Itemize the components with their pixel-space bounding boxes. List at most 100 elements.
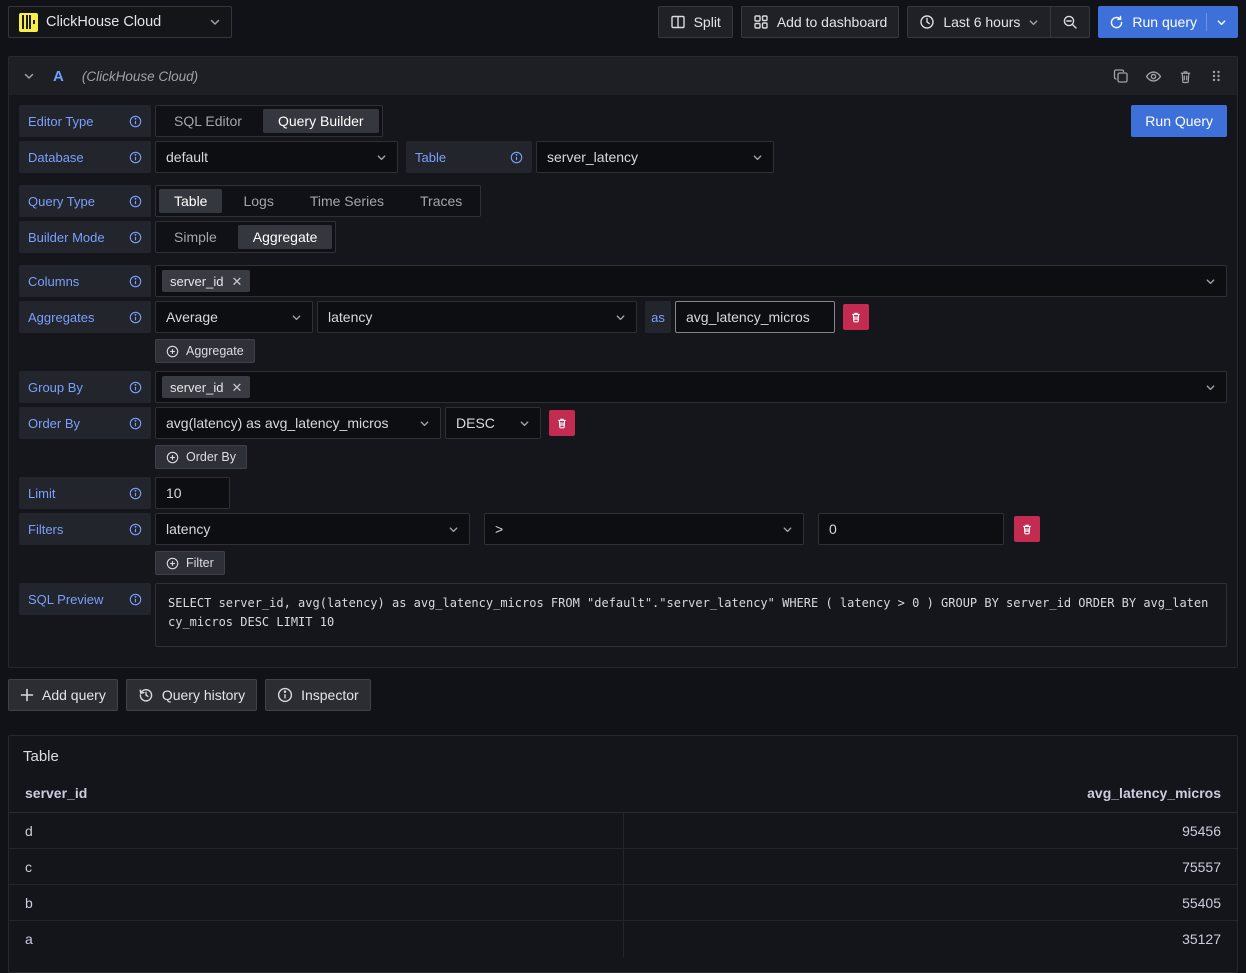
- filter-operator-select[interactable]: >: [484, 513, 804, 545]
- add-to-dashboard-button[interactable]: Add to dashboard: [741, 6, 900, 38]
- info-icon[interactable]: [129, 115, 142, 128]
- cell-server-id: a: [9, 921, 623, 957]
- inspector-button[interactable]: Inspector: [265, 679, 371, 711]
- query-type-traces[interactable]: Traces: [405, 189, 477, 213]
- aggregate-function-select[interactable]: Average: [155, 301, 313, 333]
- add-query-button[interactable]: Add query: [8, 679, 118, 711]
- table-row: c 75557: [9, 849, 1237, 885]
- remove-aggregate-button[interactable]: [843, 304, 869, 330]
- chevron-down-icon: [1216, 17, 1227, 28]
- as-label: as: [645, 301, 671, 333]
- query-type-logs[interactable]: Logs: [228, 189, 288, 213]
- remove-filter-button[interactable]: [1014, 516, 1040, 542]
- cell-avg-latency: 75557: [623, 849, 1237, 884]
- split-button[interactable]: Split: [658, 6, 733, 38]
- info-icon[interactable]: [129, 381, 142, 394]
- datasource-picker[interactable]: ClickHouse Cloud: [8, 6, 232, 38]
- plus-icon: [20, 688, 34, 702]
- info-icon[interactable]: [129, 593, 142, 606]
- cell-server-id: b: [9, 885, 623, 920]
- query-type-time-series[interactable]: Time Series: [295, 189, 399, 213]
- divider: [1206, 13, 1207, 31]
- info-icon[interactable]: [129, 487, 142, 500]
- filter-column-select[interactable]: latency: [155, 513, 470, 545]
- add-order-by-button[interactable]: Order By: [155, 445, 247, 469]
- info-icon[interactable]: [129, 523, 142, 536]
- table-row: b 55405: [9, 885, 1237, 921]
- plus-circle-icon: [166, 557, 179, 570]
- builder-mode-toggle: Simple Aggregate: [155, 221, 336, 253]
- run-query-panel-button[interactable]: Run Query: [1131, 105, 1227, 137]
- table-row: a 35127: [9, 921, 1237, 957]
- group-by-chip-server-id: server_id ✕: [162, 376, 250, 398]
- aggregate-column-select[interactable]: latency: [317, 301, 637, 333]
- filter-value-input[interactable]: [818, 513, 1004, 545]
- duplicate-query-icon[interactable]: [1113, 68, 1129, 84]
- add-filter-button[interactable]: Filter: [155, 551, 225, 575]
- add-order-by-row: Order By: [155, 443, 1227, 473]
- builder-mode-label: Builder Mode: [19, 221, 151, 253]
- order-by-direction-select[interactable]: DESC: [445, 407, 541, 439]
- query-editor-panel: A (ClickHouse Cloud) Editor Type SQL Edi…: [8, 56, 1238, 668]
- spacer: [19, 257, 1227, 261]
- limit-input[interactable]: [155, 477, 230, 509]
- chevron-down-icon: [615, 312, 626, 323]
- inspector-label: Inspector: [301, 687, 359, 703]
- datasource-name: ClickHouse Cloud: [46, 14, 201, 30]
- info-icon[interactable]: [129, 311, 142, 324]
- zoom-out-button[interactable]: [1051, 7, 1089, 37]
- group-by-multiselect[interactable]: server_id ✕: [155, 371, 1227, 403]
- history-icon: [138, 687, 154, 703]
- query-datasource-hint: (ClickHouse Cloud): [82, 69, 198, 84]
- query-type-toggle: Table Logs Time Series Traces: [155, 185, 481, 217]
- info-icon[interactable]: [510, 151, 523, 164]
- info-icon[interactable]: [129, 195, 142, 208]
- sql-preview-label: SQL Preview: [19, 583, 151, 615]
- database-select[interactable]: default: [155, 141, 398, 173]
- info-circle-icon: [277, 687, 293, 703]
- info-icon[interactable]: [129, 231, 142, 244]
- info-icon[interactable]: [129, 417, 142, 430]
- chevron-down-icon: [519, 418, 530, 429]
- split-label: Split: [694, 14, 721, 30]
- clock-icon: [919, 14, 935, 30]
- collapse-chevron-icon[interactable]: [23, 70, 35, 82]
- aggregate-alias-input[interactable]: [675, 301, 835, 333]
- info-icon[interactable]: [129, 275, 142, 288]
- chevron-down-icon: [782, 524, 793, 535]
- time-range-picker[interactable]: Last 6 hours: [908, 7, 1050, 37]
- order-by-field-select[interactable]: avg(latency) as avg_latency_micros: [155, 407, 441, 439]
- add-filter-row: Filter: [155, 549, 1227, 579]
- chevron-down-icon: [1205, 276, 1216, 287]
- cell-avg-latency: 55405: [623, 885, 1237, 920]
- column-header-server-id[interactable]: server_id: [9, 773, 623, 812]
- query-row-header[interactable]: A (ClickHouse Cloud): [9, 57, 1237, 95]
- time-controls: Last 6 hours: [907, 6, 1090, 38]
- drag-handle-icon[interactable]: [1209, 68, 1223, 84]
- remove-order-by-button[interactable]: [549, 410, 575, 436]
- results-panel-title: Table: [9, 736, 1237, 773]
- remove-query-trash-icon[interactable]: [1178, 69, 1193, 84]
- column-header-avg-latency-micros[interactable]: avg_latency_micros: [623, 773, 1237, 812]
- query-history-button[interactable]: Query history: [126, 679, 257, 711]
- columns-chip-server-id: server_id ✕: [162, 270, 250, 292]
- cell-avg-latency: 35127: [623, 921, 1237, 957]
- remove-chip-icon[interactable]: ✕: [231, 275, 242, 288]
- columns-multiselect[interactable]: server_id ✕: [155, 265, 1227, 297]
- chevron-down-icon: [376, 152, 387, 163]
- editor-type-query-builder[interactable]: Query Builder: [263, 109, 379, 133]
- run-query-button[interactable]: Run query: [1098, 6, 1238, 38]
- builder-mode-aggregate[interactable]: Aggregate: [238, 225, 333, 249]
- hide-response-eye-icon[interactable]: [1145, 68, 1162, 85]
- query-type-table[interactable]: Table: [159, 189, 222, 213]
- add-aggregate-button[interactable]: Aggregate: [155, 339, 255, 363]
- plus-circle-icon: [166, 451, 179, 464]
- table-select[interactable]: server_latency: [536, 141, 774, 173]
- remove-chip-icon[interactable]: ✕: [231, 381, 242, 394]
- table-row: d 95456: [9, 813, 1237, 849]
- zoom-out-icon: [1062, 14, 1078, 30]
- editor-type-sql-editor[interactable]: SQL Editor: [159, 109, 257, 133]
- info-icon[interactable]: [129, 151, 142, 164]
- editor-type-toggle: SQL Editor Query Builder: [155, 105, 383, 137]
- builder-mode-simple[interactable]: Simple: [159, 225, 232, 249]
